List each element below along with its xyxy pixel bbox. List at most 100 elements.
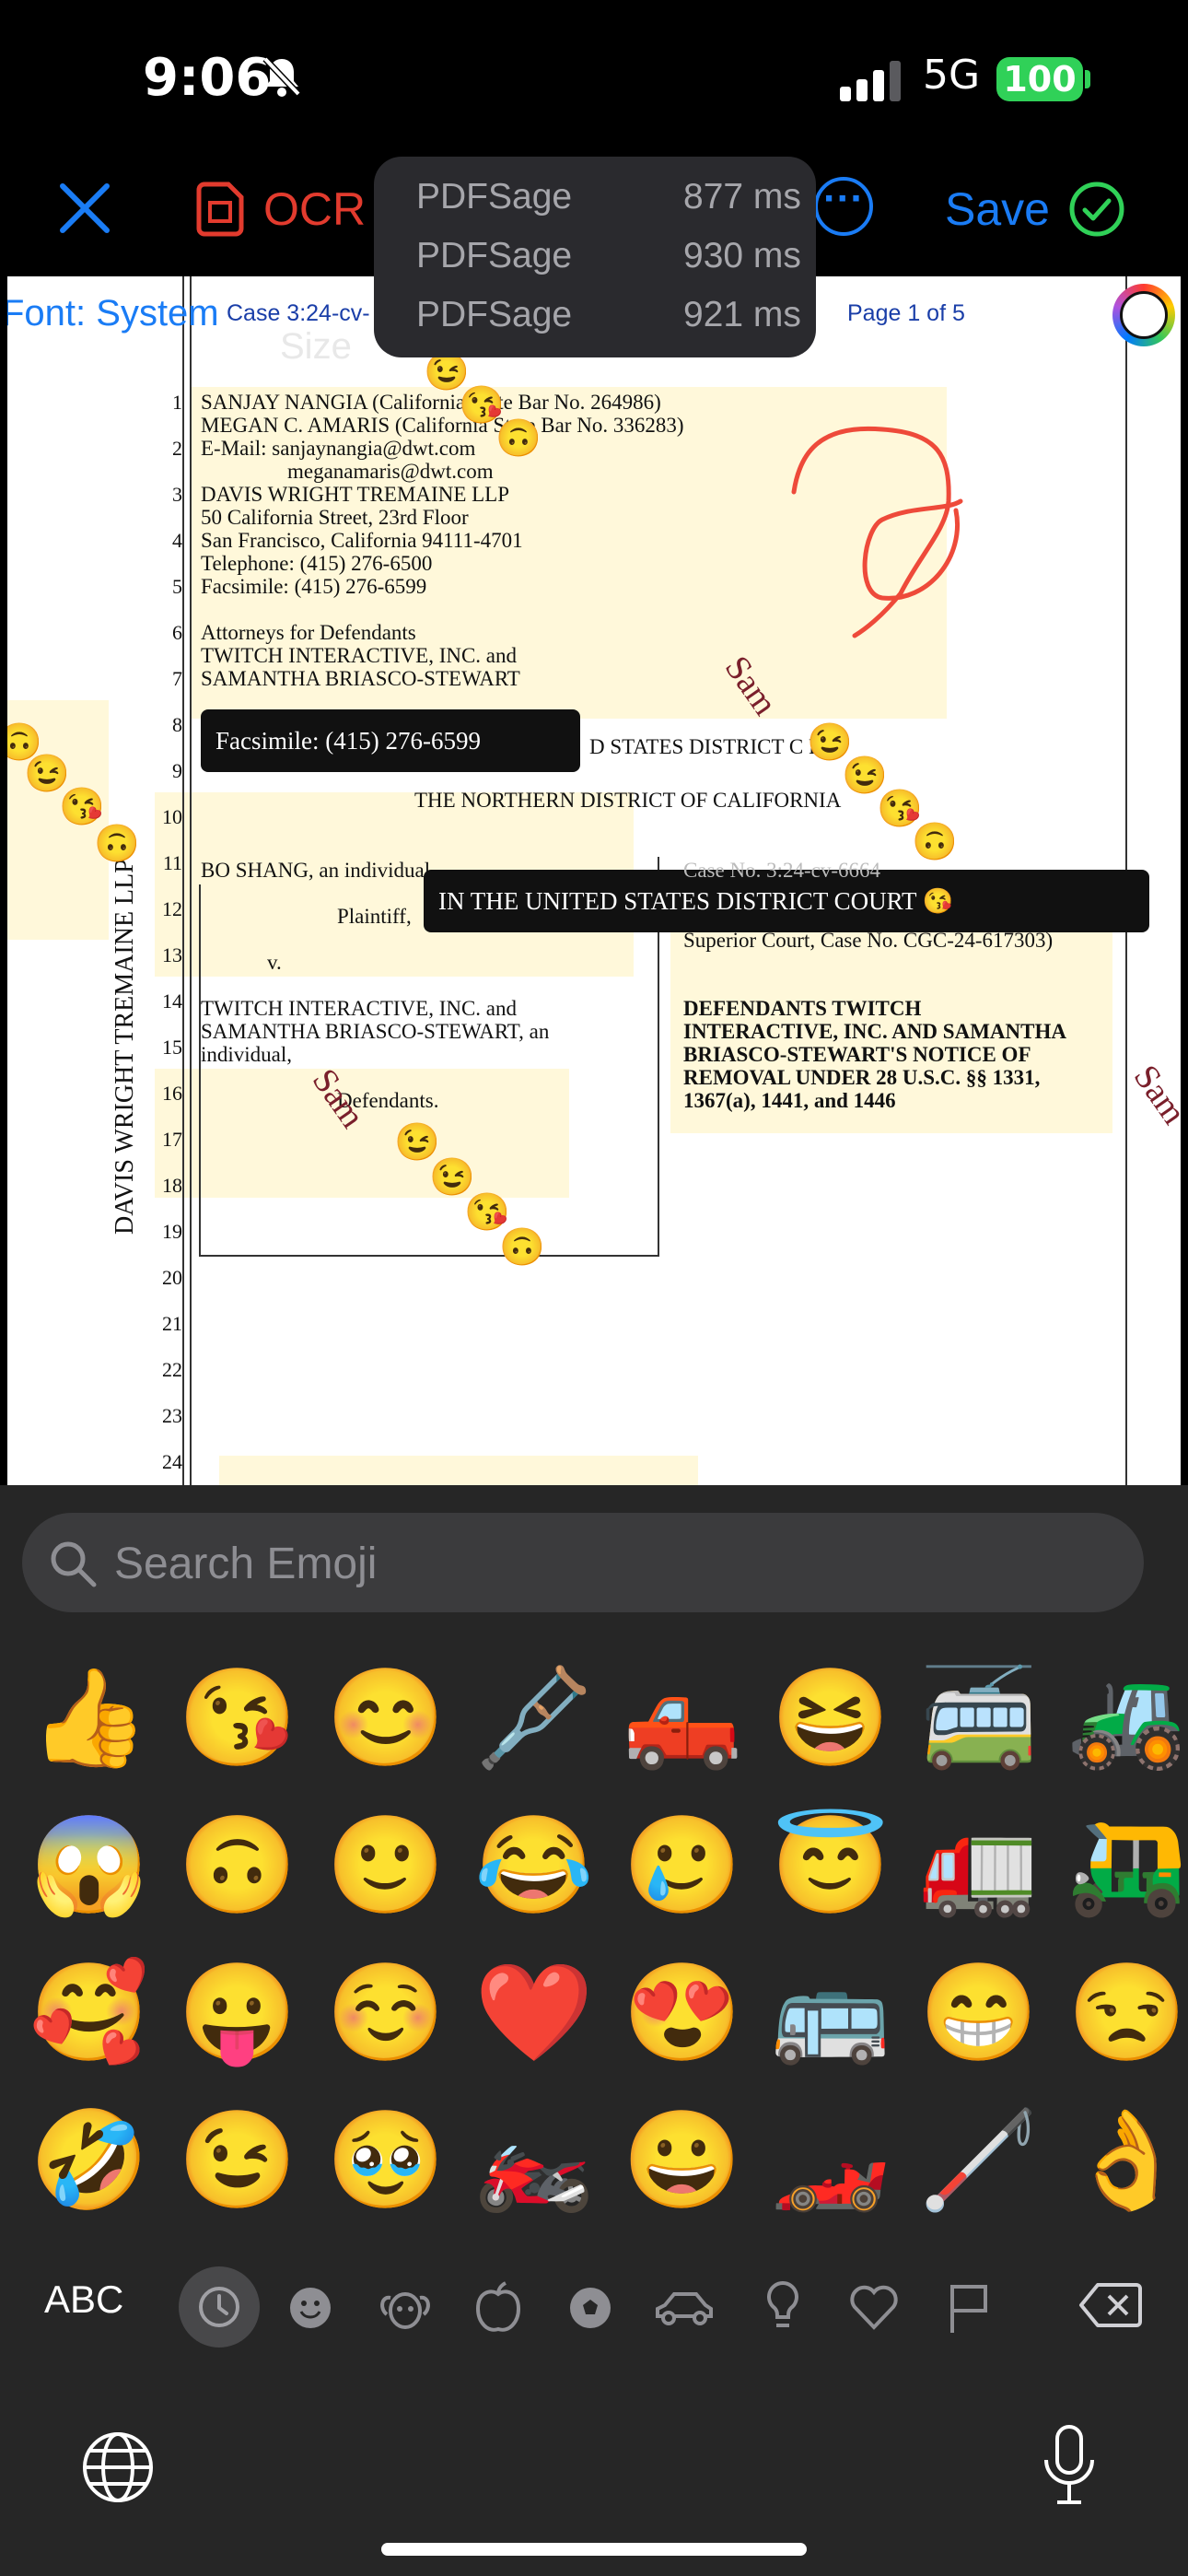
globe-button[interactable]: [79, 2429, 157, 2511]
emoji-key[interactable]: 👌: [1067, 2101, 1187, 2220]
ocr-button[interactable]: OCR: [263, 182, 366, 236]
emoji-key[interactable]: 😒: [1067, 1953, 1187, 2073]
status-time: 9:06: [143, 48, 272, 108]
font-label[interactable]: Font: System: [7, 293, 219, 334]
emoji-key[interactable]: 🛻: [623, 1658, 742, 1778]
emoji-key[interactable]: 🚌: [771, 1953, 891, 2073]
emoji-key[interactable]: 🥲: [623, 1806, 742, 1926]
emoji-key[interactable]: 🚜: [1067, 1658, 1187, 1778]
globe-icon: [83, 2432, 153, 2502]
emoji-key[interactable]: 😇: [771, 1806, 891, 1926]
emoji-stamp[interactable]: 😘: [464, 1194, 510, 1231]
emoji-key[interactable]: 😆: [771, 1658, 891, 1778]
line-number: 19: [162, 1220, 182, 1243]
microphone-icon: [1044, 2425, 1094, 2504]
pdf-page[interactable]: Font: System Case 3:24-cv- Size Page 1 o…: [7, 276, 1181, 1485]
car-icon[interactable]: [652, 2285, 716, 2334]
case-header: Case 3:24-cv-: [227, 300, 370, 326]
abc-button[interactable]: ABC: [44, 2277, 123, 2322]
sam-signature[interactable]: Sam: [1125, 1058, 1181, 1132]
line-number: 7: [172, 667, 182, 690]
caption-line: SANJAY NANGIA (California State Bar No. …: [201, 391, 661, 414]
emoji-stamp[interactable]: 🙃: [499, 1229, 545, 1266]
emoji-stamp[interactable]: 🙃: [912, 824, 958, 861]
emoji-key[interactable]: 🙂: [326, 1806, 446, 1926]
notice-line: REMOVAL UNDER 28 U.S.C. §§ 1331,: [683, 1066, 1041, 1089]
emoji-key[interactable]: 🚛: [919, 1806, 1039, 1926]
emoji-stamp[interactable]: 😉: [394, 1124, 440, 1161]
caption-line: TWITCH INTERACTIVE, INC. and: [201, 644, 518, 667]
line-number: 15: [162, 1036, 182, 1059]
battery-tip: [1085, 70, 1090, 88]
line-number: 3: [172, 483, 182, 506]
emoji-key[interactable]: ☺️: [326, 1953, 446, 2073]
emoji-key[interactable]: 😍: [623, 1953, 742, 2073]
emoji-key[interactable]: 👍: [29, 1658, 149, 1778]
line-number: 10: [162, 805, 182, 828]
fax-text-box[interactable]: Facsimile: (415) 276-6599: [201, 709, 580, 772]
emoji-key[interactable]: 🚎: [919, 1658, 1039, 1778]
emoji-key[interactable]: 🥹: [326, 2101, 446, 2220]
emoji-key[interactable]: 😊: [326, 1658, 446, 1778]
emoji-key[interactable]: 😘: [178, 1658, 297, 1778]
search-placeholder: Search Emoji: [114, 1540, 378, 1588]
emoji-key[interactable]: 🩼: [474, 1658, 594, 1778]
emoji-key[interactable]: 😂: [474, 1806, 594, 1926]
caption-line: Attorneys for Defendants: [201, 621, 416, 644]
defendant-line: individual,: [201, 1043, 293, 1066]
emoji-key[interactable]: 😀: [623, 2101, 742, 2220]
color-picker-button[interactable]: [1112, 284, 1175, 346]
save-button[interactable]: Save: [945, 182, 1050, 236]
flag-icon[interactable]: [945, 2281, 991, 2339]
line-number: 17: [162, 1128, 182, 1151]
caption-line: DAVIS WRIGHT TREMAINE LLP: [201, 483, 510, 506]
food-icon[interactable]: [473, 2279, 523, 2339]
backspace-button[interactable]: [1077, 2279, 1144, 2336]
microphone-button[interactable]: [1041, 2423, 1098, 2512]
ball-icon[interactable]: [565, 2283, 615, 2337]
close-button[interactable]: [57, 181, 112, 236]
emoji-key[interactable]: 🥰: [29, 1953, 149, 2073]
home-indicator[interactable]: [381, 2543, 807, 2556]
emoji-key[interactable]: 😉: [178, 2101, 297, 2220]
plaintiff-label: Plaintiff,: [337, 905, 412, 928]
line-number: 22: [162, 1358, 182, 1381]
checkmark-circle-icon[interactable]: [1068, 181, 1125, 242]
line-number: 5: [172, 575, 182, 598]
battery-badge: 100: [996, 57, 1083, 101]
line-number: 8: [172, 713, 182, 736]
category-recent-button[interactable]: [179, 2266, 260, 2348]
emoji-stamp[interactable]: 🙃: [94, 825, 140, 862]
emoji-key[interactable]: 🏍️: [474, 2101, 594, 2220]
heart-icon[interactable]: [849, 2285, 899, 2336]
caption-line: San Francisco, California 94111-4701: [201, 529, 523, 552]
caption-line: Facsimile: (415) 276-6599: [201, 575, 427, 598]
animal-icon[interactable]: [378, 2281, 433, 2337]
emoji-key[interactable]: 🙃: [178, 1806, 297, 1926]
emoji-key[interactable]: 😱: [29, 1806, 149, 1926]
emoji-key[interactable]: 😛: [178, 1953, 297, 2073]
emoji-key[interactable]: 🦯: [919, 2101, 1039, 2220]
emoji-key[interactable]: 😁: [919, 1953, 1039, 2073]
caption-line: E-Mail: sanjaynangia@dwt.com: [201, 437, 476, 460]
side-firm-text: DAVIS WRIGHT TREMAINE LLP: [111, 859, 139, 1235]
network-label: 5G: [923, 52, 981, 99]
bulb-icon[interactable]: [764, 2279, 801, 2339]
more-button[interactable]: ···: [814, 177, 873, 236]
emoji-key[interactable]: ❤️: [474, 1953, 594, 2073]
notice-line: DEFENDANTS TWITCH: [683, 997, 922, 1020]
line-number: 16: [162, 1082, 182, 1105]
emoji-stamp[interactable]: 🙃: [495, 420, 542, 457]
smiley-icon[interactable]: [285, 2283, 335, 2337]
emoji-key[interactable]: 🤣: [29, 2101, 149, 2220]
emoji-stamp[interactable]: 😉: [429, 1159, 475, 1196]
emoji-stamp[interactable]: 😘: [59, 789, 105, 825]
perf-name: PDFSage: [416, 295, 573, 334]
ink-scribble[interactable]: [781, 418, 984, 639]
ocr-icon[interactable]: [190, 179, 250, 244]
line-number: 9: [172, 759, 182, 782]
close-icon: [60, 183, 110, 233]
emoji-key[interactable]: 🛺: [1067, 1806, 1187, 1926]
emoji-key[interactable]: 🏎️: [771, 2101, 891, 2220]
bell-muted-icon: [260, 55, 304, 102]
